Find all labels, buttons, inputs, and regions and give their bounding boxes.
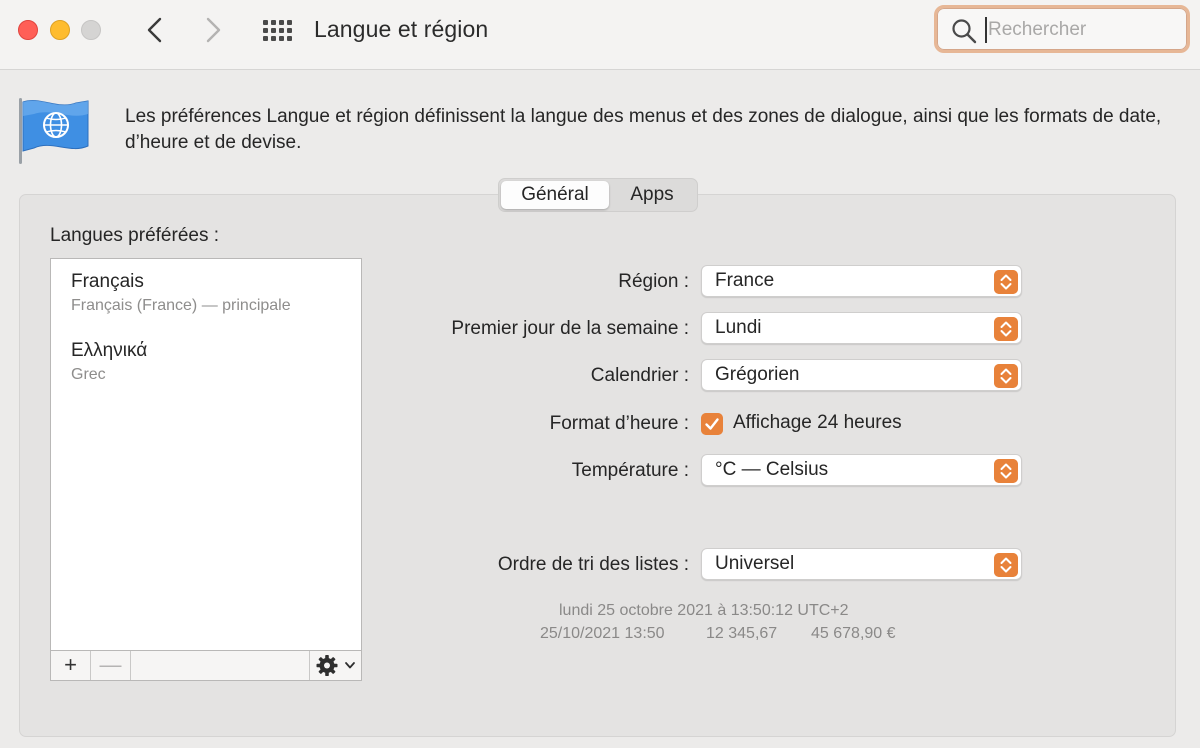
add-language-button[interactable]: +: [51, 651, 91, 680]
list-item[interactable]: Français Français (France) — principale: [71, 271, 341, 315]
tab-general[interactable]: Général: [501, 181, 609, 209]
globe-flag-icon: [19, 98, 89, 164]
pane-description: Les préférences Langue et région définis…: [125, 106, 1162, 153]
remove-language-button[interactable]: —: [91, 651, 131, 680]
first-day-popup[interactable]: Lundi: [701, 312, 1022, 344]
sort-order-label: Ordre de tri des listes :: [497, 554, 689, 575]
tab-bar: Général Apps: [498, 178, 698, 212]
sort-order-popup[interactable]: Universel: [701, 548, 1022, 580]
language-detail: Grec: [71, 366, 106, 383]
first-day-label: Premier jour de la semaine :: [451, 318, 689, 339]
sample-currency: 45 678,90 €: [811, 625, 896, 642]
zoom-window-button[interactable]: [81, 20, 101, 40]
chevron-left-icon: [147, 17, 162, 43]
time-format-label: Format d’heure :: [549, 413, 689, 434]
preferred-languages-label: Langues préférées :: [50, 225, 220, 246]
sample-long-date: lundi 25 octobre 2021 à 13:50:12 UTC+2: [559, 602, 849, 619]
temperature-popup[interactable]: °C — Celsius: [701, 454, 1022, 486]
calendar-label: Calendrier :: [590, 365, 689, 386]
language-detail: Français (France) — principale: [71, 297, 291, 314]
sort-order-value: Universel: [715, 553, 795, 574]
first-day-value: Lundi: [715, 317, 762, 338]
up-down-chevron-icon: [994, 270, 1018, 294]
show-all-button[interactable]: [260, 18, 294, 44]
up-down-chevron-icon: [994, 553, 1018, 577]
24-hour-label[interactable]: Affichage 24 heures: [733, 412, 902, 434]
preferred-languages-list[interactable]: Français Français (France) — principale …: [50, 258, 362, 651]
calendar-value: Grégorien: [715, 364, 800, 385]
calendar-popup[interactable]: Grégorien: [701, 359, 1022, 391]
window-title: Langue et région: [314, 16, 489, 42]
sample-number: 12 345,67: [706, 625, 778, 642]
up-down-chevron-icon: [994, 459, 1018, 483]
temperature-label: Température :: [571, 460, 689, 481]
search-input[interactable]: [985, 17, 1175, 43]
temperature-value: °C — Celsius: [715, 459, 829, 480]
window-toolbar: Langue et région: [0, 0, 1200, 70]
search-icon: [952, 19, 977, 44]
close-window-button[interactable]: [18, 20, 38, 40]
language-name: Français: [71, 271, 144, 292]
chevron-right-icon: [206, 17, 221, 43]
up-down-chevron-icon: [994, 364, 1018, 388]
up-down-chevron-icon: [994, 317, 1018, 341]
language-actions-button[interactable]: [309, 651, 361, 680]
minimize-window-button[interactable]: [50, 20, 70, 40]
region-popup[interactable]: France: [701, 265, 1022, 297]
checkbox-checked-icon[interactable]: [701, 413, 723, 435]
back-button[interactable]: [140, 14, 170, 46]
grid-icon: [260, 18, 294, 44]
language-list-toolbar: + —: [50, 650, 362, 681]
gear-icon: [316, 655, 355, 676]
region-value: France: [715, 270, 775, 291]
sample-short-date: 25/10/2021 13:50: [540, 625, 665, 642]
list-item[interactable]: Ελληνικά Grec: [71, 340, 341, 384]
region-label: Région :: [618, 271, 689, 292]
tab-apps[interactable]: Apps: [609, 181, 695, 209]
search-field[interactable]: [934, 5, 1190, 53]
language-name: Ελληνικά: [71, 340, 148, 361]
forward-button[interactable]: [198, 14, 228, 46]
